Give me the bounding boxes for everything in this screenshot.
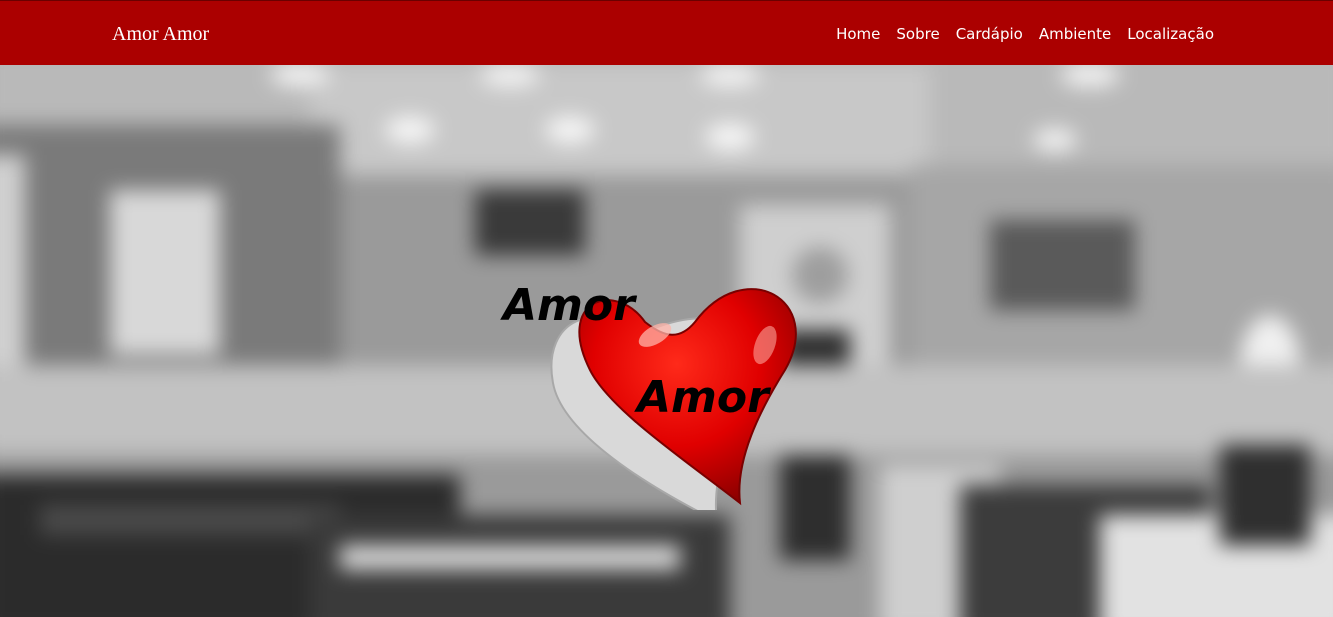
top-navbar: Amor Amor Home Sobre Cardápio Ambiente L…	[0, 0, 1333, 65]
nav-link-sobre[interactable]: Sobre	[896, 24, 939, 44]
nav-link-home[interactable]: Home	[836, 24, 880, 44]
nav-link-cardapio[interactable]: Cardápio	[956, 24, 1023, 44]
logo-word-top: Amor	[500, 280, 637, 331]
brand-link[interactable]: Amor Amor	[112, 22, 209, 46]
logo-word-bottom: Amor	[634, 372, 771, 423]
nav-link-ambiente[interactable]: Ambiente	[1039, 24, 1111, 44]
main-nav: Home Sobre Cardápio Ambiente Localização	[836, 24, 1214, 44]
nav-link-localizacao[interactable]: Localização	[1127, 24, 1214, 44]
hero-section: Amor Amor	[0, 65, 1333, 617]
amor-amor-logo: Amor Amor	[500, 280, 797, 510]
